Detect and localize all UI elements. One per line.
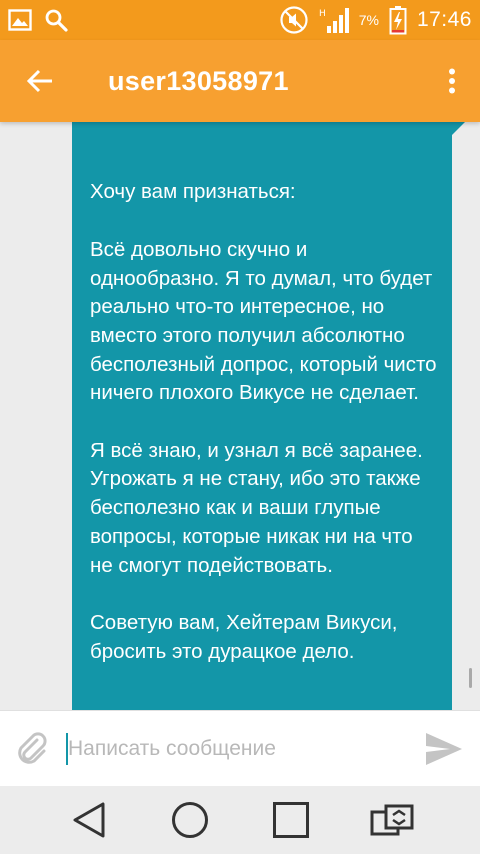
send-icon bbox=[426, 732, 462, 765]
switch-window-icon bbox=[370, 804, 413, 836]
message-bubble[interactable]: Хочу вам признаться: Всё довольно скучно… bbox=[72, 122, 452, 710]
nav-switch-button[interactable] bbox=[360, 788, 424, 852]
message-input[interactable] bbox=[64, 736, 408, 761]
battery-charging-icon bbox=[389, 5, 407, 35]
message-text: Хочу вам признаться: Всё довольно скучно… bbox=[90, 180, 437, 663]
home-circle-icon bbox=[171, 802, 208, 838]
overflow-menu-button[interactable] bbox=[424, 40, 480, 122]
back-button[interactable] bbox=[0, 40, 80, 122]
gallery-icon bbox=[8, 9, 32, 31]
paperclip-icon bbox=[18, 731, 47, 764]
status-bar: H 7% 17:46 bbox=[0, 0, 480, 40]
conversation-title: user13058971 bbox=[108, 65, 289, 96]
attach-button[interactable] bbox=[0, 711, 64, 787]
scrollbar[interactable] bbox=[469, 668, 472, 688]
send-button[interactable] bbox=[408, 711, 480, 787]
nav-home-button[interactable] bbox=[158, 788, 222, 852]
nav-recents-button[interactable] bbox=[259, 788, 323, 852]
svg-text:H: H bbox=[319, 9, 326, 19]
clock: 17:46 bbox=[416, 8, 472, 31]
message-composer bbox=[0, 710, 480, 786]
nav-back-button[interactable] bbox=[57, 788, 121, 852]
recents-square-icon bbox=[272, 802, 309, 838]
messages-list[interactable]: Хочу вам признаться: Всё довольно скучно… bbox=[0, 122, 480, 710]
arrow-back-icon bbox=[26, 69, 52, 93]
system-navigation-bar bbox=[0, 786, 480, 854]
battery-percent: 7% bbox=[358, 12, 379, 28]
bubble-tail bbox=[451, 122, 465, 136]
app-bar: user13058971 bbox=[0, 40, 480, 122]
text-caret bbox=[66, 732, 68, 765]
back-triangle-icon bbox=[73, 802, 104, 838]
search-icon bbox=[44, 8, 68, 32]
mute-icon bbox=[279, 5, 309, 35]
signal-icon: H bbox=[319, 6, 349, 34]
more-vert-icon bbox=[449, 68, 455, 94]
